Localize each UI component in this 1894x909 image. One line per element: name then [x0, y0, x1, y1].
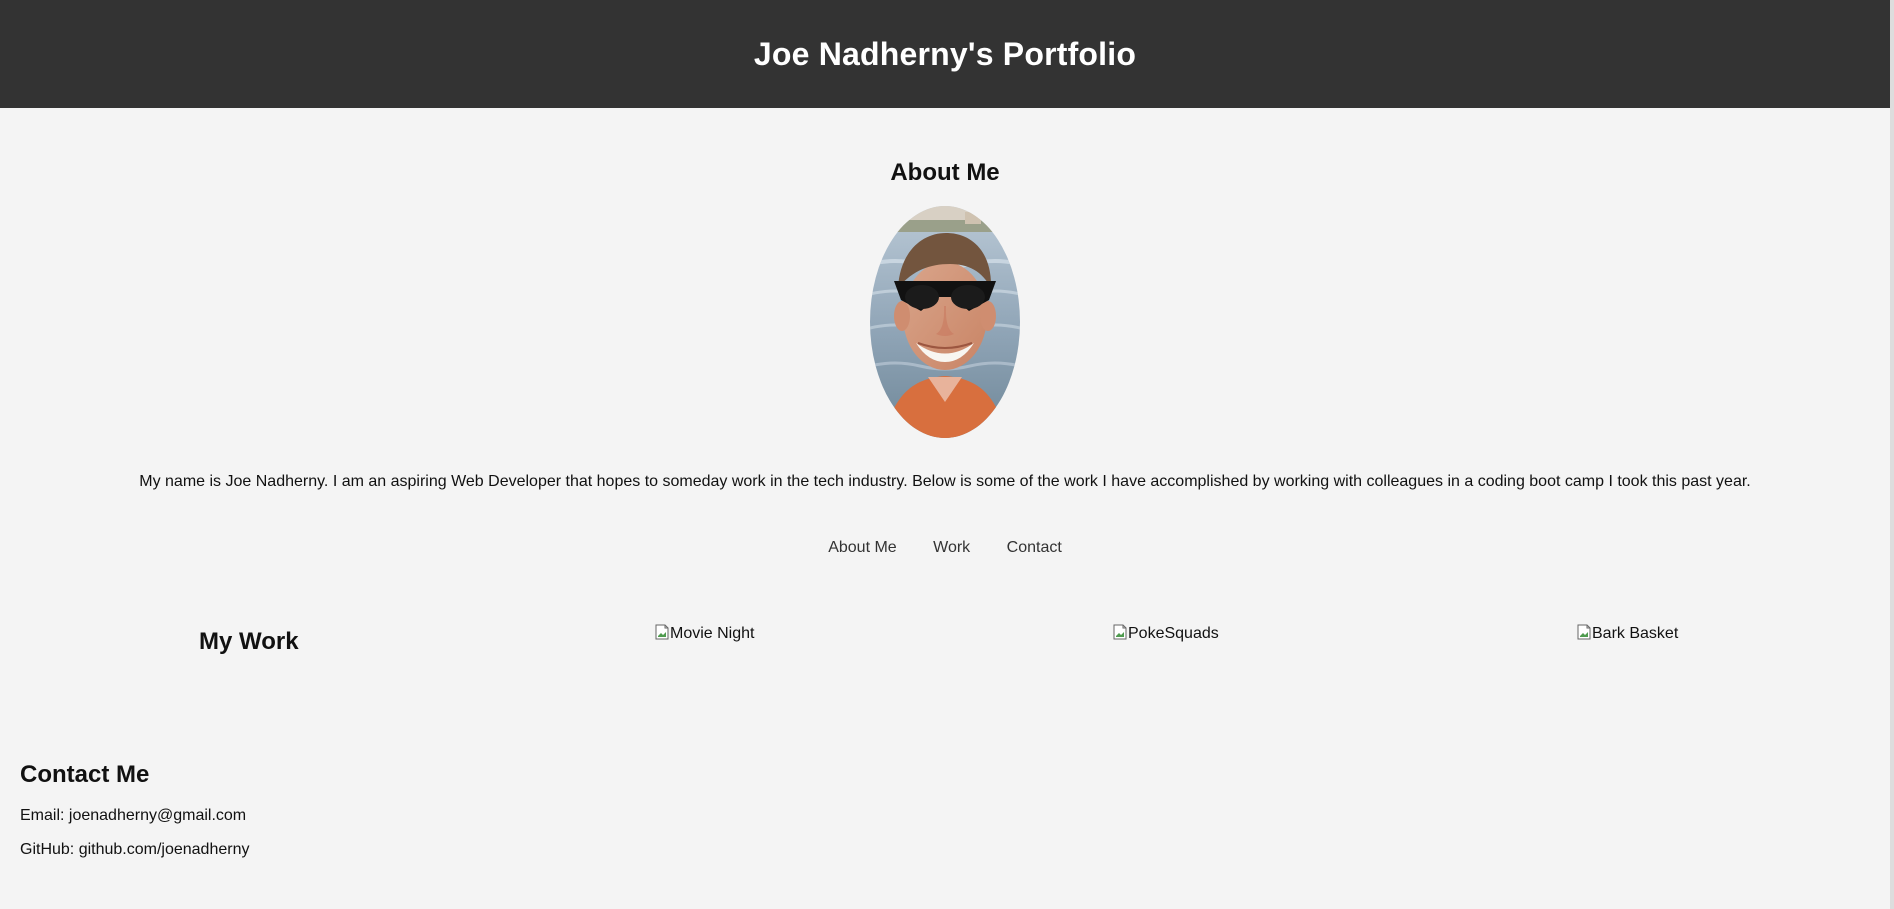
vertical-scrollbar[interactable] [1890, 0, 1894, 909]
project-alt-text: PokeSquads [1128, 625, 1219, 642]
work-section: My Work Movie Night PokeSquads Bark Bask… [0, 615, 1890, 715]
work-heading: My Work [199, 628, 299, 655]
site-header: Joe Nadherny's Portfolio [0, 0, 1890, 108]
profile-photo [870, 205, 1020, 438]
broken-image-icon [1113, 624, 1127, 640]
about-heading: About Me [890, 159, 1000, 186]
project-alt-text: Bark Basket [1592, 625, 1679, 642]
nav-link-contact[interactable]: Contact [1007, 539, 1062, 556]
nav-link-about-me[interactable]: About Me [828, 539, 896, 556]
broken-image-icon [655, 624, 669, 640]
broken-image-icon [1577, 624, 1591, 640]
project-image-pokesquads[interactable]: PokeSquads [1113, 624, 1219, 643]
project-image-bark-basket[interactable]: Bark Basket [1577, 624, 1678, 643]
project-alt-text: Movie Night [670, 625, 755, 642]
contact-github: GitHub: github.com/joenadherny [20, 840, 250, 858]
project-image-movie-night[interactable]: Movie Night [655, 624, 754, 643]
about-section: About Me My name is Joe Nadherny. I am a… [0, 108, 1890, 557]
primary-nav: About Me Work Contact [0, 538, 1890, 557]
bio-text: My name is Joe Nadherny. I am an aspirin… [139, 472, 1751, 490]
nav-link-work[interactable]: Work [933, 539, 970, 556]
contact-email: Email: joenadherny@gmail.com [20, 806, 247, 824]
contact-heading: Contact Me [20, 761, 150, 788]
portfolio-page: Joe Nadherny's Portfolio About Me My nam… [0, 0, 1890, 909]
contact-section: Contact Me Email: joenadherny@gmail.com … [20, 761, 249, 859]
site-title: Joe Nadherny's Portfolio [753, 35, 1137, 72]
